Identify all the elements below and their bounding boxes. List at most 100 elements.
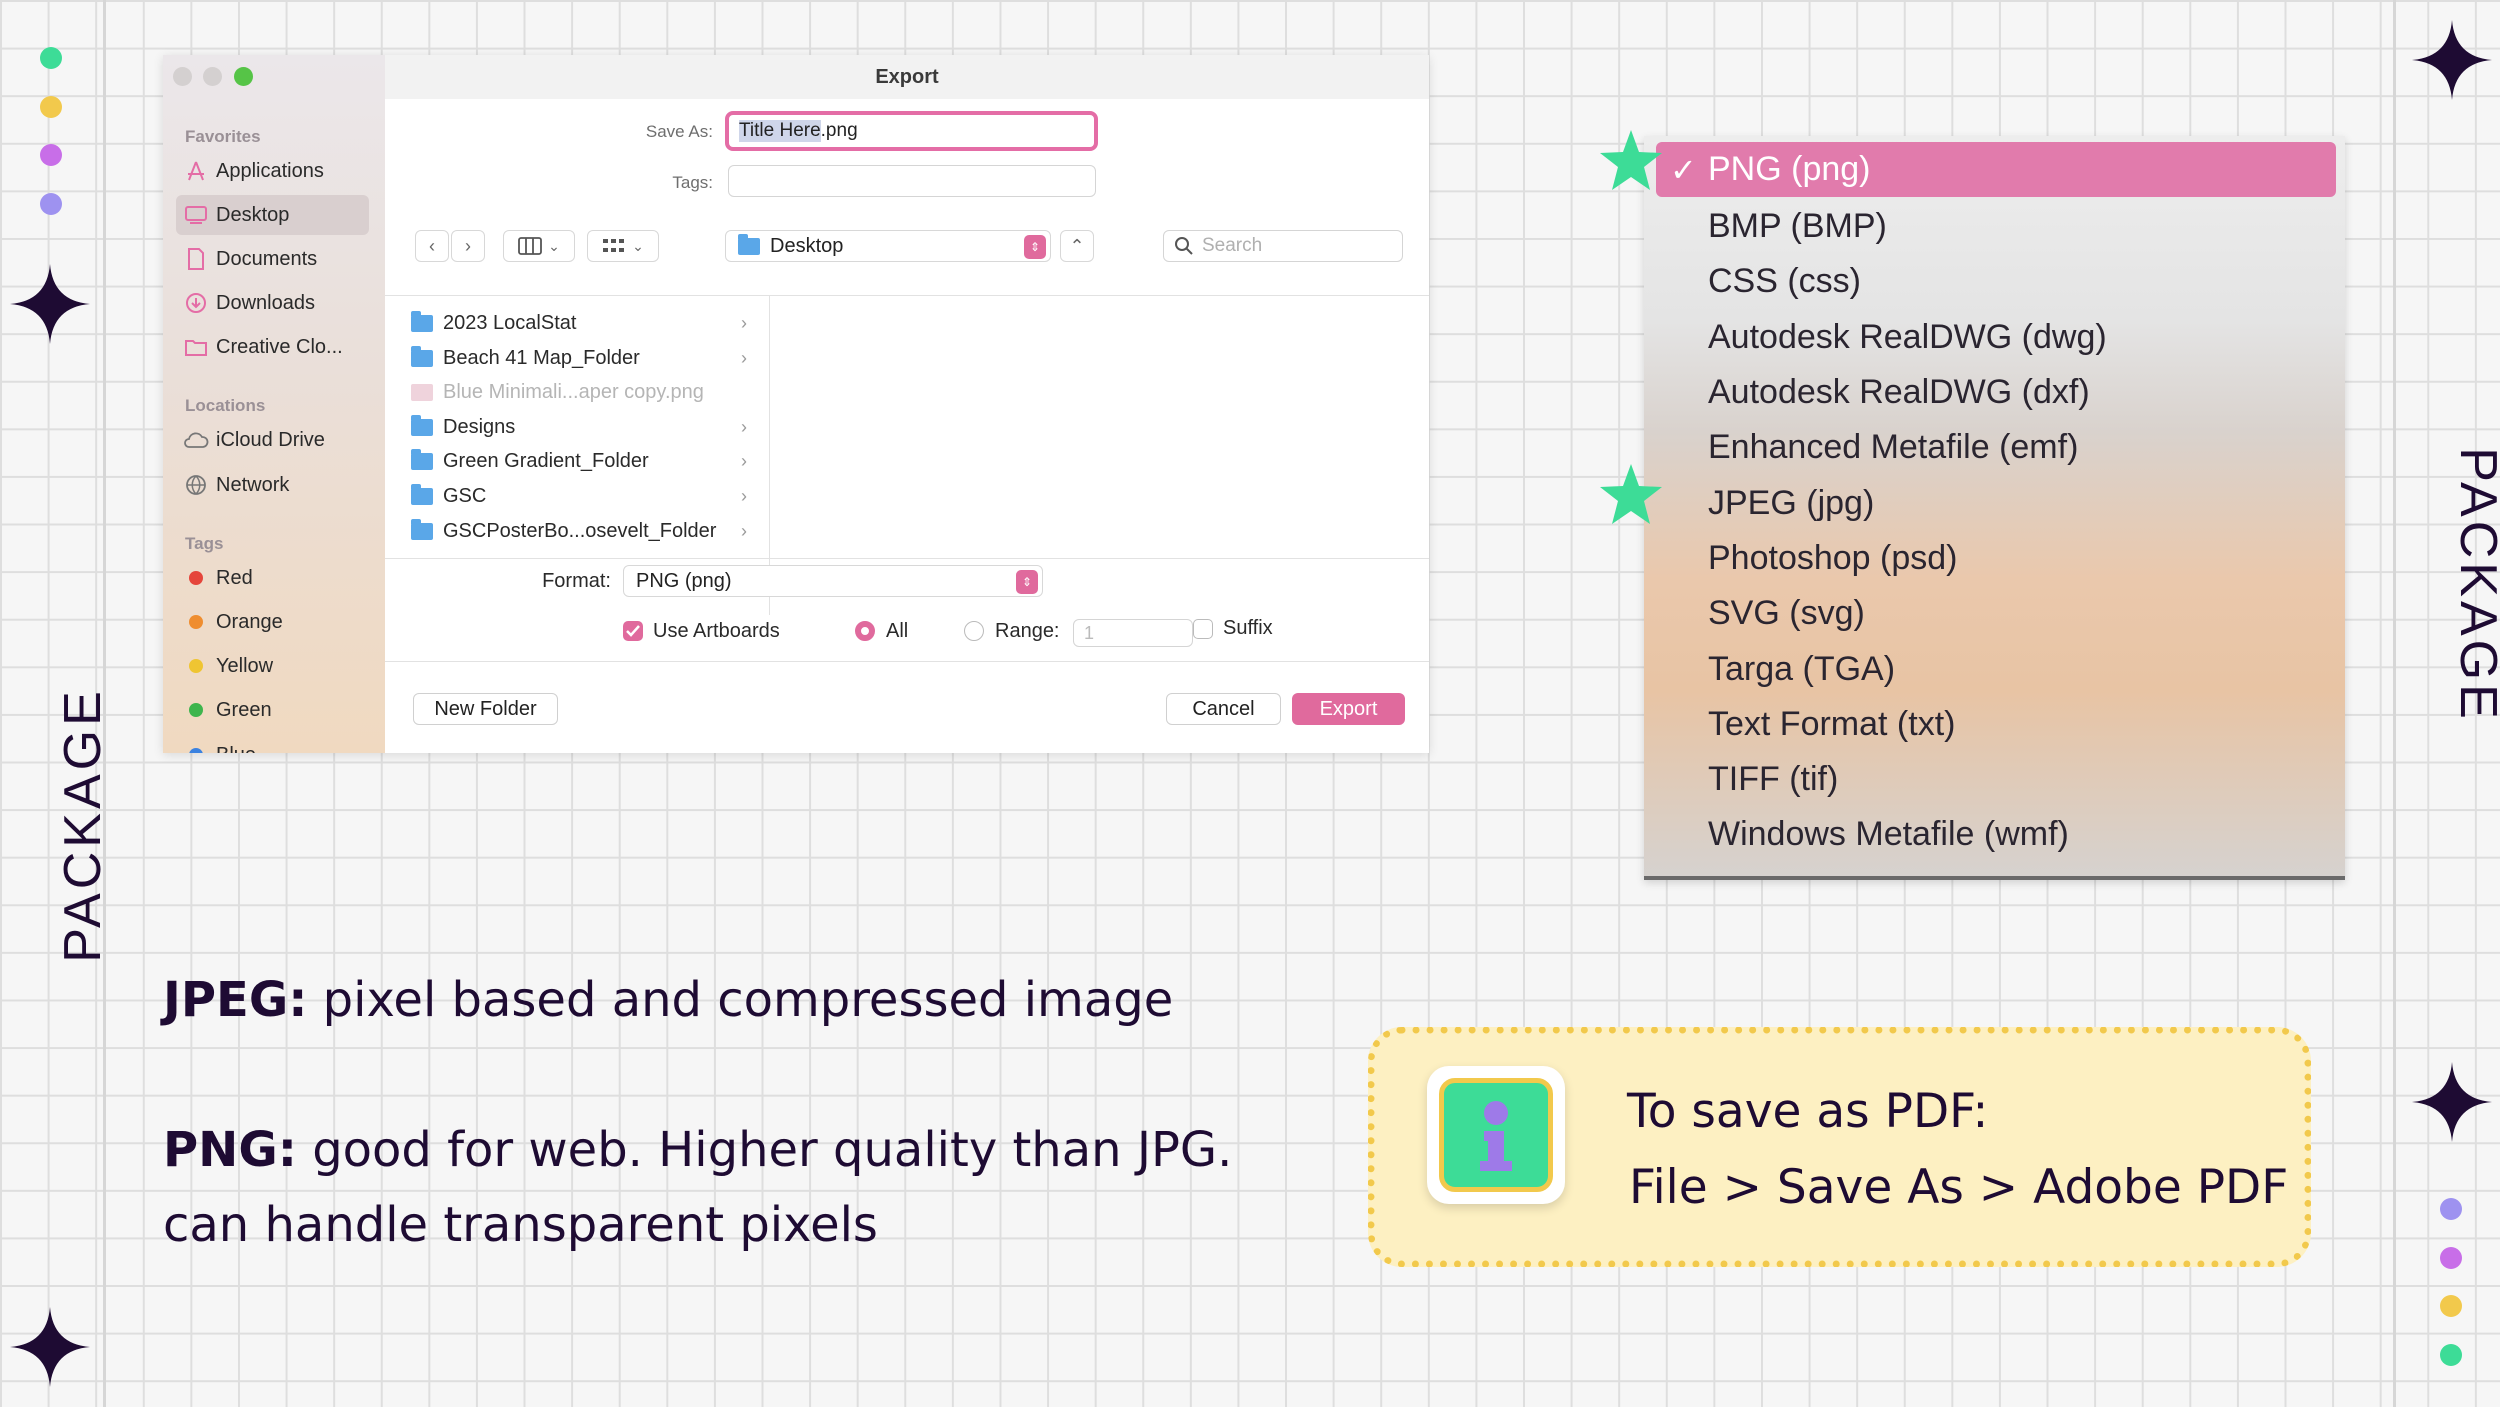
sparkle-icon <box>10 264 90 344</box>
range-input[interactable]: 1 <box>1073 619 1193 647</box>
sidebar-tag-yellow[interactable]: Yellow <box>176 646 369 686</box>
tags-label: Tags: <box>672 173 713 192</box>
sidebar-item-documents[interactable]: Documents <box>176 239 369 279</box>
back-button[interactable]: ‹ <box>415 230 449 262</box>
expand-collapse-button[interactable]: ⌃ <box>1060 230 1094 262</box>
menu-item-bmp[interactable]: BMP (BMP) <box>1644 199 2345 254</box>
chevron-right-icon: › <box>741 312 747 333</box>
list-item[interactable]: GSCPosterBo...osevelt_Folder › <box>411 514 755 548</box>
blue-tag-dot <box>189 748 203 753</box>
globe-icon <box>176 474 216 496</box>
format-popup[interactable]: PNG (png) ⇕ <box>623 565 1043 597</box>
divider <box>385 295 1429 296</box>
list-item[interactable]: Beach 41 Map_Folder › <box>411 341 755 375</box>
cloud-icon <box>176 431 216 449</box>
sidebar-tag-green[interactable]: Green <box>176 690 369 730</box>
forward-button[interactable]: › <box>451 230 485 262</box>
tags-input[interactable] <box>728 165 1096 197</box>
folder-icon <box>411 310 433 332</box>
dialog-title: Export <box>385 55 1429 99</box>
all-label: All <box>886 620 909 642</box>
list-item[interactable]: Green Gradient_Folder › <box>411 444 755 478</box>
save-as-input[interactable]: Title Here .png <box>725 111 1098 151</box>
menu-item-tga[interactable]: Targa (TGA) <box>1644 642 2345 697</box>
format-value: PNG (png) <box>636 569 732 592</box>
menu-item-svg[interactable]: SVG (svg) <box>1644 586 2345 641</box>
new-folder-button[interactable]: New Folder <box>413 693 558 725</box>
menu-item-label: BMP (BMP) <box>1708 207 1887 245</box>
location-popup[interactable]: Desktop ⇕ <box>725 230 1051 262</box>
png-note: PNG: good for web. Higher quality than J… <box>163 1122 1232 1178</box>
menu-item-jpg[interactable]: JPEG (jpg) <box>1644 476 2345 531</box>
sidebar-item-label: iCloud Drive <box>216 428 325 451</box>
sidebar-item-network[interactable]: Network <box>176 465 369 505</box>
export-button[interactable]: Export <box>1292 693 1405 725</box>
chevron-right-icon: › <box>741 520 747 541</box>
sidebar-item-creative-cloud[interactable]: Creative Clo... <box>176 327 369 367</box>
suffix-label: Suffix <box>1223 617 1273 639</box>
menu-item-dxf[interactable]: Autodesk RealDWG (dxf) <box>1644 365 2345 420</box>
menu-item-label: Photoshop (psd) <box>1708 539 1958 577</box>
range-label: Range: <box>995 620 1060 642</box>
list-item[interactable]: Designs › <box>411 410 755 444</box>
yellow-tag-dot <box>189 659 203 673</box>
menu-item-label: PNG (png) <box>1708 150 1871 188</box>
menu-item-tif[interactable]: TIFF (tif) <box>1644 752 2345 807</box>
close-window-button[interactable] <box>173 67 192 86</box>
chevron-up-icon: ⌃ <box>1069 235 1085 256</box>
group-view-button[interactable]: ⌄ <box>587 230 659 262</box>
folder-icon <box>411 448 433 470</box>
menu-item-label: CSS (css) <box>1708 262 1861 300</box>
columns-icon <box>518 237 543 255</box>
use-artboards-checkbox[interactable] <box>623 621 643 641</box>
cancel-button[interactable]: Cancel <box>1166 693 1281 725</box>
purple-dot <box>40 144 62 166</box>
applications-icon <box>176 160 216 182</box>
folder-icon <box>411 345 433 367</box>
save-as-label: Save As: <box>645 122 713 141</box>
chevron-right-icon: › <box>741 485 747 506</box>
callout-line-1: To save as PDF: <box>1627 1084 1989 1139</box>
column-view-button[interactable]: ⌄ <box>503 230 575 262</box>
purple-dot <box>2440 1247 2462 1269</box>
stepper-icon: ⇕ <box>1016 570 1038 594</box>
desktop-icon <box>176 206 216 224</box>
menu-item-css[interactable]: CSS (css) <box>1644 254 2345 309</box>
minimize-window-button[interactable] <box>203 67 222 86</box>
menu-item-psd[interactable]: Photoshop (psd) <box>1644 531 2345 586</box>
menu-item-txt[interactable]: Text Format (txt) <box>1644 697 2345 752</box>
list-item[interactable]: GSC › <box>411 479 755 513</box>
sidebar-item-applications[interactable]: Applications <box>176 151 369 191</box>
menu-item-dwg[interactable]: Autodesk RealDWG (dwg) <box>1644 310 2345 365</box>
sidebar-tag-orange[interactable]: Orange <box>176 602 369 642</box>
all-radio[interactable] <box>855 621 875 641</box>
menu-item-png[interactable]: ✓ PNG (png) <box>1656 142 2336 197</box>
zoom-window-button[interactable] <box>234 67 253 86</box>
png-description: good for web. Higher quality than JPG. <box>296 1122 1233 1178</box>
suffix-checkbox[interactable] <box>1193 619 1213 639</box>
menu-item-label: JPEG (jpg) <box>1708 484 1875 522</box>
jpeg-term: JPEG: <box>163 972 308 1028</box>
filename-selection: Title Here <box>739 120 821 142</box>
divider <box>385 558 1429 559</box>
search-field[interactable]: Search <box>1163 230 1403 262</box>
menu-item-emf[interactable]: Enhanced Metafile (emf) <box>1644 420 2345 475</box>
sidebar-tag-blue[interactable]: Blue <box>176 735 369 753</box>
sidebar-item-desktop[interactable]: Desktop <box>176 195 369 235</box>
menu-item-wmf[interactable]: Windows Metafile (wmf) <box>1644 807 2345 862</box>
sidebar-item-label: Blue <box>216 744 256 754</box>
filename-extension: .png <box>820 120 858 141</box>
sidebar-item-label: Yellow <box>216 654 274 677</box>
format-label: Format: <box>542 570 611 592</box>
list-item[interactable]: 2023 LocalStat › <box>411 306 755 340</box>
sidebar-item-label: Desktop <box>216 203 290 226</box>
sidebar-item-label: Green <box>216 698 272 721</box>
sidebar-item-downloads[interactable]: Downloads <box>176 283 369 323</box>
sidebar-item-label: Applications <box>216 159 324 182</box>
document-icon <box>176 248 216 270</box>
menu-item-label: Windows Metafile (wmf) <box>1708 815 2069 853</box>
sidebar-item-icloud-drive[interactable]: iCloud Drive <box>176 420 369 460</box>
green-dot <box>2440 1344 2462 1366</box>
sidebar-tag-red[interactable]: Red <box>176 558 369 598</box>
range-radio[interactable] <box>964 621 984 641</box>
